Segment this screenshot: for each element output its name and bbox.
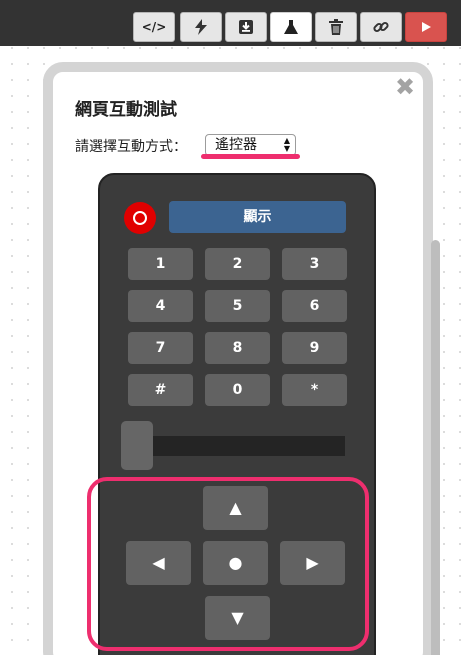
delete-button[interactable] <box>315 12 357 42</box>
key-0[interactable]: 0 <box>205 374 270 406</box>
remote-slider-track[interactable] <box>127 436 345 456</box>
display-button[interactable]: 顯示 <box>169 201 346 233</box>
key-star[interactable]: * <box>282 374 347 406</box>
flash-button[interactable] <box>180 12 222 42</box>
panel-title: 網頁互動測試 <box>75 100 177 120</box>
trash-icon <box>329 19 343 35</box>
key-4[interactable]: 4 <box>128 290 193 322</box>
power-button[interactable] <box>124 202 156 234</box>
mode-select-value: 遙控器 <box>215 137 257 153</box>
dpad-left-button[interactable]: ◀ <box>126 541 191 585</box>
mode-select[interactable]: 遙控器 ▲ ▼ <box>205 134 296 156</box>
dpad-center-button[interactable]: ● <box>203 541 268 585</box>
select-arrows-icon: ▲ ▼ <box>283 136 290 153</box>
link-button[interactable] <box>360 12 402 42</box>
power-icon <box>133 211 147 225</box>
key-5[interactable]: 5 <box>205 290 270 322</box>
flask-icon <box>284 20 298 34</box>
key-2[interactable]: 2 <box>205 248 270 280</box>
run-button[interactable] <box>405 12 447 42</box>
key-1[interactable]: 1 <box>128 248 193 280</box>
close-icon[interactable]: ✖ <box>395 75 415 99</box>
dpad-down-button[interactable]: ▼ <box>205 596 270 640</box>
key-3[interactable]: 3 <box>282 248 347 280</box>
download-button[interactable] <box>225 12 267 42</box>
dpad-up-button[interactable]: ▲ <box>203 486 268 530</box>
mode-highlight <box>201 154 300 159</box>
key-6[interactable]: 6 <box>282 290 347 322</box>
lightning-icon <box>195 19 207 35</box>
link-icon <box>373 21 389 33</box>
key-9[interactable]: 9 <box>282 332 347 364</box>
dpad-right-button[interactable]: ▶ <box>280 541 345 585</box>
code-button[interactable]: </> <box>133 12 175 42</box>
key-7[interactable]: 7 <box>128 332 193 364</box>
key-hash[interactable]: # <box>128 374 193 406</box>
panel-scrollbar[interactable] <box>431 240 440 655</box>
code-icon: </> <box>141 20 167 34</box>
test-button[interactable] <box>270 12 312 42</box>
download-box-icon <box>239 20 253 34</box>
mode-label: 請選擇互動方式： <box>75 139 187 155</box>
key-8[interactable]: 8 <box>205 332 270 364</box>
remote-slider-handle[interactable] <box>121 421 153 470</box>
play-icon <box>422 22 431 32</box>
